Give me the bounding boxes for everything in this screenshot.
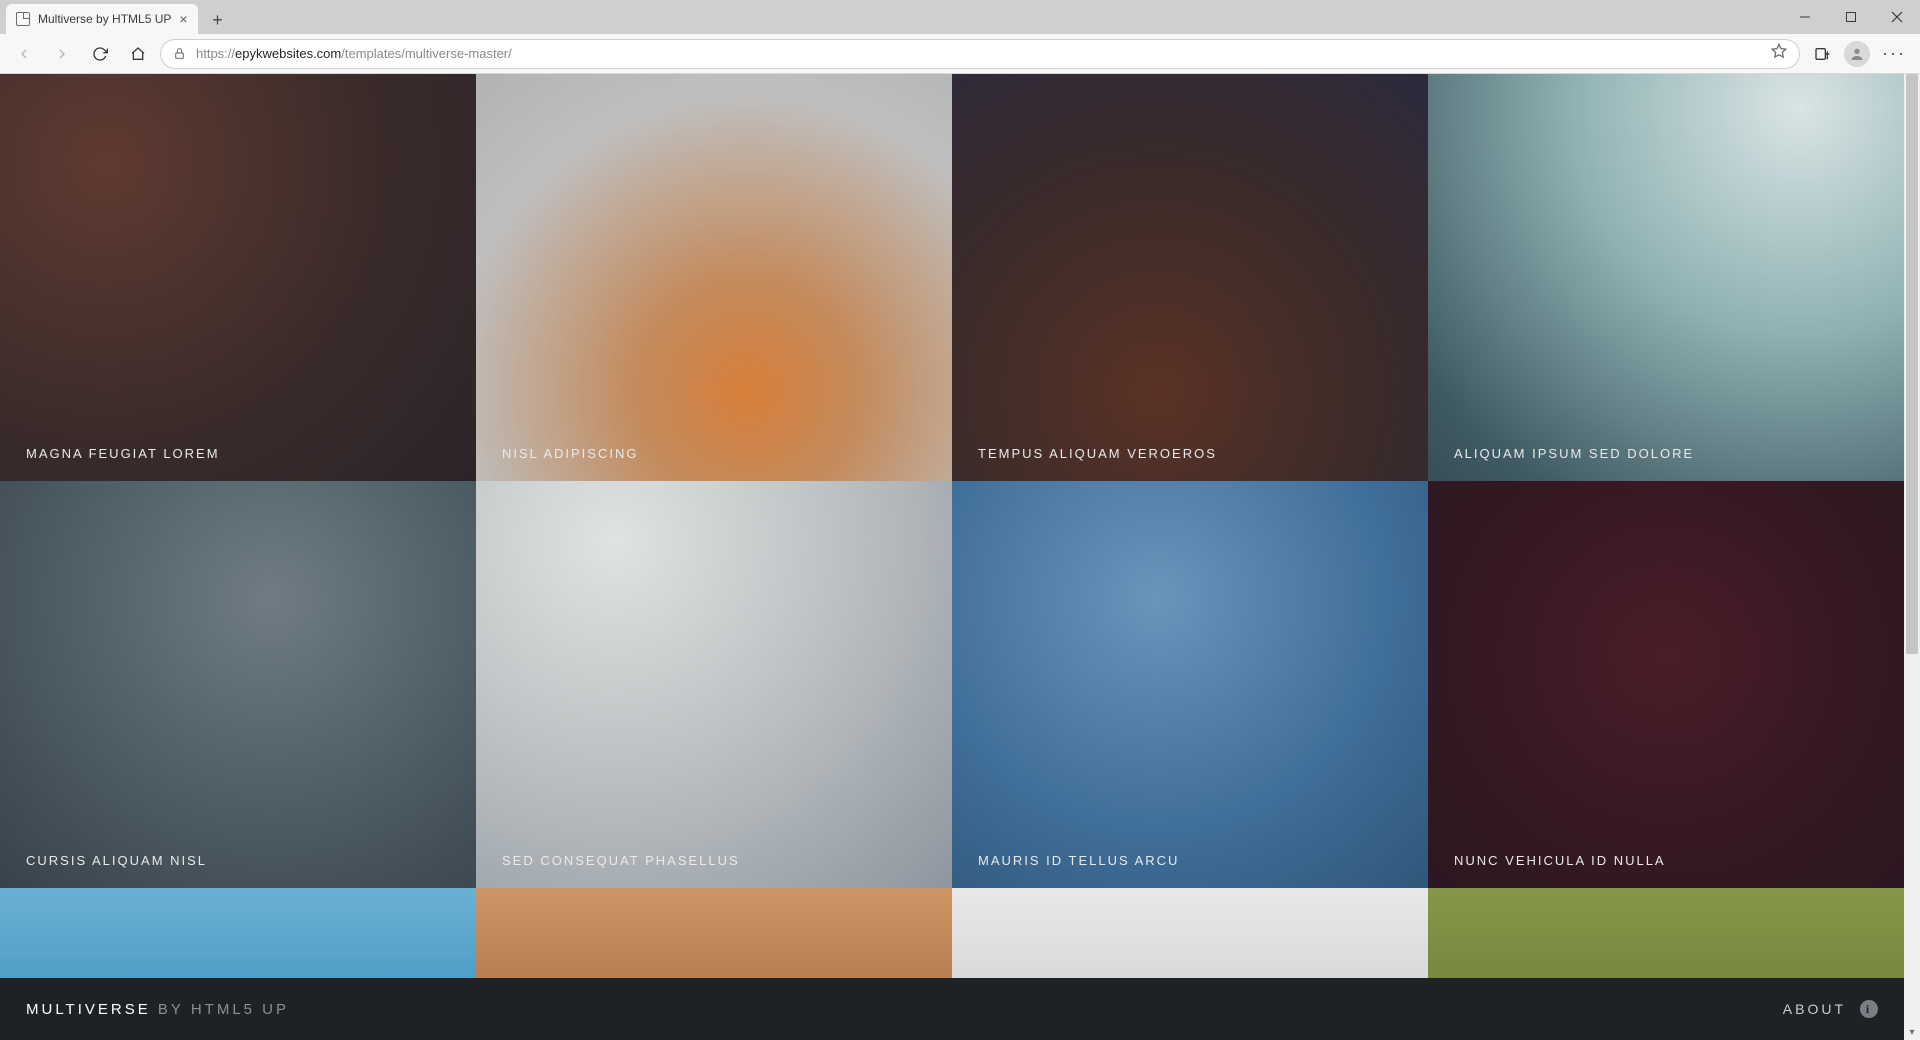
window-controls — [1782, 0, 1920, 34]
favorite-button[interactable] — [1771, 43, 1787, 64]
gallery-tile[interactable]: TEMPUS ALIQUAM VEROEROS — [952, 74, 1428, 481]
grid-row: MAGNA FEUGIAT LOREM NISL ADIPISCING TEMP… — [0, 74, 1904, 481]
refresh-button[interactable] — [84, 38, 116, 70]
gallery-tile[interactable]: MAURIS ID TELLUS ARCU — [952, 481, 1428, 888]
page-icon — [16, 12, 30, 26]
close-window-button[interactable] — [1874, 0, 1920, 34]
gallery-tile[interactable]: MAGNA FEUGIAT LOREM — [0, 74, 476, 481]
info-icon: i — [1860, 1000, 1878, 1018]
thumbnail-grid: MAGNA FEUGIAT LOREM NISL ADIPISCING TEMP… — [0, 74, 1904, 978]
site-title[interactable]: MULTIVERSE BY HTML5 UP — [26, 1001, 289, 1018]
gallery-tile[interactable] — [476, 888, 952, 978]
browser-menu-button[interactable]: ··· — [1876, 43, 1912, 64]
grid-row: CURSIS ALIQUAM NISL SED CONSEQUAT PHASEL… — [0, 481, 1904, 888]
site-header-bar: MULTIVERSE BY HTML5 UP ABOUT i — [0, 978, 1904, 1040]
tile-caption: SED CONSEQUAT PHASELLUS — [502, 853, 740, 868]
profile-avatar[interactable] — [1844, 41, 1870, 67]
brand-name: MULTIVERSE — [26, 1001, 151, 1018]
page-content: MAGNA FEUGIAT LOREM NISL ADIPISCING TEMP… — [0, 74, 1904, 1040]
tile-image — [1428, 74, 1904, 481]
close-tab-icon[interactable]: × — [179, 11, 187, 27]
tile-caption: CURSIS ALIQUAM NISL — [26, 853, 207, 868]
gallery-tile[interactable]: NUNC VEHICULA ID NULLA — [1428, 481, 1904, 888]
brand-byline: BY HTML5 UP — [151, 1001, 289, 1018]
gallery-tile[interactable]: NISL ADIPISCING — [476, 74, 952, 481]
scrollbar-down-arrow[interactable]: ▾ — [1904, 1024, 1920, 1040]
collections-button[interactable] — [1806, 38, 1838, 70]
browser-tab[interactable]: Multiverse by HTML5 UP × — [6, 4, 198, 34]
tile-image — [0, 481, 476, 888]
tile-image — [0, 888, 476, 978]
tile-image — [952, 481, 1428, 888]
tile-caption: TEMPUS ALIQUAM VEROEROS — [978, 446, 1217, 461]
tile-image — [1428, 888, 1904, 978]
scrollbar-thumb[interactable] — [1906, 74, 1918, 654]
tile-image — [476, 74, 952, 481]
url-text[interactable]: https://epykwebsites.com/templates/multi… — [196, 46, 1761, 61]
minimize-button[interactable] — [1782, 0, 1828, 34]
tab-title: Multiverse by HTML5 UP — [38, 12, 171, 26]
tab-strip: Multiverse by HTML5 UP × + — [0, 0, 1920, 34]
forward-button[interactable] — [46, 38, 78, 70]
tile-image — [476, 888, 952, 978]
tile-image — [476, 481, 952, 888]
tile-image — [952, 74, 1428, 481]
tile-caption: MAURIS ID TELLUS ARCU — [978, 853, 1179, 868]
home-button[interactable] — [122, 38, 154, 70]
viewport: MAGNA FEUGIAT LOREM NISL ADIPISCING TEMP… — [0, 74, 1920, 1040]
back-button[interactable] — [8, 38, 40, 70]
lock-icon — [173, 47, 186, 60]
url-path: /templates/multiverse-master/ — [341, 46, 512, 61]
vertical-scrollbar[interactable]: ▾ — [1904, 74, 1920, 1040]
address-bar[interactable]: https://epykwebsites.com/templates/multi… — [160, 39, 1800, 69]
browser-toolbar: https://epykwebsites.com/templates/multi… — [0, 34, 1920, 74]
tile-caption: ALIQUAM IPSUM SED DOLORE — [1454, 446, 1694, 461]
tile-image — [1428, 481, 1904, 888]
gallery-tile[interactable] — [0, 888, 476, 978]
new-tab-button[interactable]: + — [204, 6, 232, 34]
tile-caption: NUNC VEHICULA ID NULLA — [1454, 853, 1666, 868]
gallery-tile[interactable]: CURSIS ALIQUAM NISL — [0, 481, 476, 888]
grid-row — [0, 888, 1904, 978]
tile-image — [952, 888, 1428, 978]
gallery-tile[interactable] — [952, 888, 1428, 978]
gallery-tile[interactable] — [1428, 888, 1904, 978]
tile-caption: MAGNA FEUGIAT LOREM — [26, 446, 220, 461]
url-domain: epykwebsites.com — [235, 46, 341, 61]
maximize-button[interactable] — [1828, 0, 1874, 34]
about-link[interactable]: ABOUT i — [1783, 1000, 1878, 1018]
about-label: ABOUT — [1783, 1001, 1846, 1017]
url-scheme: https:// — [196, 46, 235, 61]
tile-image — [0, 74, 476, 481]
browser-window: Multiverse by HTML5 UP × + https://epykw… — [0, 0, 1920, 1040]
gallery-tile[interactable]: SED CONSEQUAT PHASELLUS — [476, 481, 952, 888]
tile-caption: NISL ADIPISCING — [502, 446, 638, 461]
gallery-tile[interactable]: ALIQUAM IPSUM SED DOLORE — [1428, 74, 1904, 481]
